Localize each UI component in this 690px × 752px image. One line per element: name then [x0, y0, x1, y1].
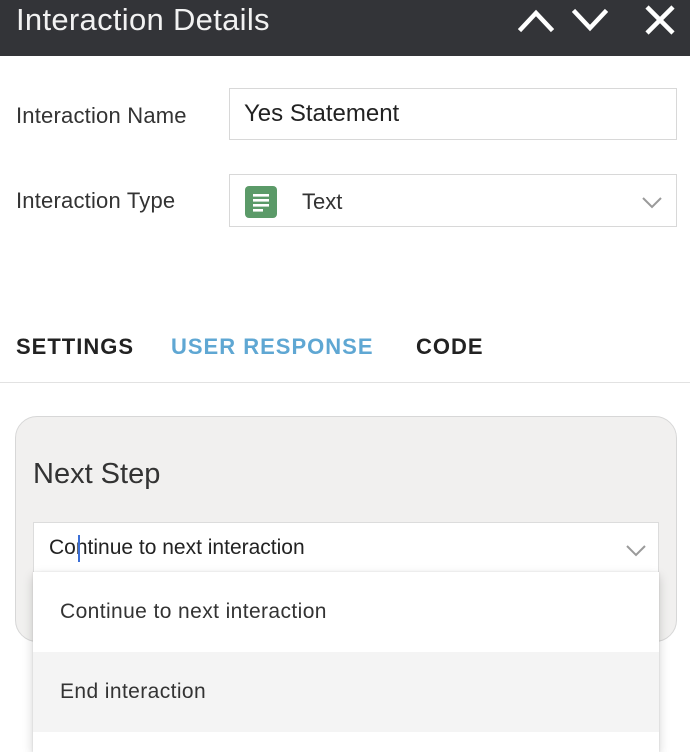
- dropdown-option-continue[interactable]: Continue to next interaction: [33, 572, 659, 652]
- interaction-name-input[interactable]: [229, 88, 677, 140]
- text-cursor: [78, 535, 80, 562]
- option-label: End interaction: [60, 680, 207, 703]
- chevron-down-icon: [626, 540, 646, 560]
- dropdown-option-more[interactable]: [33, 732, 659, 752]
- close-icon[interactable]: [642, 4, 678, 36]
- option-label: Continue to next interaction: [60, 600, 327, 623]
- interaction-type-select[interactable]: Text: [229, 174, 677, 227]
- chevron-down-icon[interactable]: [571, 4, 609, 36]
- interaction-type-value: Text: [302, 189, 343, 214]
- tab-user-response[interactable]: USER RESPONSE: [171, 334, 374, 360]
- next-step-title: Next Step: [33, 458, 161, 490]
- interaction-type-label: Interaction Type: [16, 188, 176, 213]
- next-step-select[interactable]: Continue to next interaction: [33, 522, 659, 574]
- chevron-down-icon: [642, 192, 662, 212]
- interaction-name-label: Interaction Name: [16, 103, 187, 128]
- next-step-value: Continue to next interaction: [49, 536, 305, 559]
- chevron-up-icon[interactable]: [517, 4, 555, 36]
- dialog-header: Interaction Details: [0, 0, 690, 56]
- tab-settings[interactable]: SETTINGS: [16, 334, 134, 360]
- tab-bar: SETTINGS USER RESPONSE CODE: [0, 330, 690, 383]
- text-document-icon: [244, 185, 278, 219]
- dialog-title: Interaction Details: [16, 2, 270, 37]
- tab-code[interactable]: CODE: [416, 334, 484, 360]
- next-step-dropdown: Continue to next interaction End interac…: [33, 572, 659, 752]
- dropdown-option-end[interactable]: End interaction: [33, 652, 659, 732]
